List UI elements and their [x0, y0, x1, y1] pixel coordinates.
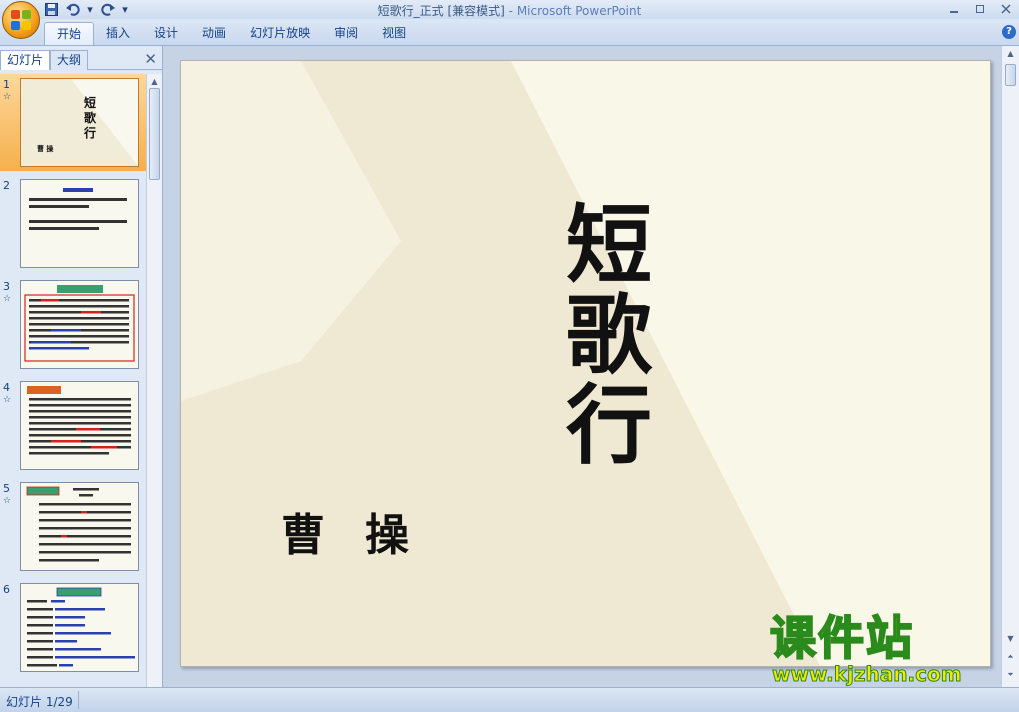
- ribbon-tabs: 开始 插入 设计 动画 幻灯片放映 审阅 视图 ?: [0, 19, 1019, 46]
- slide-title[interactable]: 短歌行: [559, 201, 659, 471]
- tab-slideshow[interactable]: 幻灯片放映: [238, 22, 322, 45]
- slide-number: 1: [3, 78, 10, 91]
- slide-preview: 短 歌 行 曹 操: [20, 78, 139, 167]
- tab-home[interactable]: 开始: [44, 22, 95, 45]
- close-icon[interactable]: [993, 0, 1019, 18]
- watermark-text: 课件站: [769, 611, 914, 665]
- scroll-thumb[interactable]: [149, 88, 160, 180]
- pane-tabs: 幻灯片 大纲 ✕: [0, 48, 163, 70]
- next-slide-icon[interactable]: ⏷: [1002, 667, 1019, 683]
- animation-star-icon: ☆: [3, 92, 12, 102]
- slide-number: 6: [3, 583, 10, 596]
- slide-title-text: 短歌行: [566, 195, 652, 476]
- slide-thumbnail-2[interactable]: 2: [0, 175, 146, 272]
- animation-star-icon: ☆: [3, 496, 12, 506]
- tab-animations[interactable]: 动画: [190, 22, 238, 45]
- scroll-up-icon[interactable]: ▲: [1002, 46, 1019, 62]
- slide-counter: 幻灯片 1/29: [6, 695, 73, 709]
- slide-preview: [20, 583, 139, 672]
- slide-number: 5: [3, 482, 10, 495]
- animation-star-icon: ☆: [3, 395, 12, 405]
- slide-number: 3: [3, 280, 10, 293]
- maximize-icon[interactable]: [967, 0, 993, 18]
- scroll-thumb[interactable]: [1005, 64, 1016, 86]
- title-bar: ▾ ▾ 短歌行_正式 [兼容模式] - Microsoft PowerPoint: [0, 0, 1019, 19]
- scroll-down-icon[interactable]: ▼: [1002, 631, 1019, 647]
- slide-thumbnail-5[interactable]: 5 ☆: [0, 478, 146, 575]
- animation-star-icon: ☆: [3, 294, 12, 304]
- slide-thumbnail-3[interactable]: 3 ☆: [0, 276, 146, 373]
- window-title: 短歌行_正式 [兼容模式] - Microsoft PowerPoint: [377, 4, 642, 18]
- minimize-icon[interactable]: [941, 0, 967, 18]
- svg-text:曹 操: 曹 操: [37, 144, 54, 153]
- status-divider: [78, 691, 79, 709]
- watermark-logo: 课件站 www.kjzhan.com: [769, 611, 1002, 688]
- ribbon-tab-list: 开始 插入 设计 动画 幻灯片放映 审阅 视图: [44, 22, 418, 45]
- tab-review[interactable]: 审阅: [322, 22, 370, 45]
- slide-preview: [20, 280, 139, 369]
- slide-preview: [20, 482, 139, 571]
- status-bar: 幻灯片 1/29: [0, 687, 1019, 712]
- slide-number: 4: [3, 381, 10, 394]
- window-controls: [941, 0, 1019, 18]
- app-name: Microsoft PowerPoint: [516, 4, 642, 18]
- tab-insert[interactable]: 插入: [94, 22, 142, 45]
- svg-text:短: 短: [84, 95, 96, 110]
- help-icon[interactable]: ?: [1002, 25, 1016, 39]
- pane-scrollbar[interactable]: ▲: [146, 74, 162, 687]
- watermark-url: www.kjzhan.com: [772, 662, 963, 687]
- tab-view[interactable]: 视图: [370, 22, 418, 45]
- tab-design[interactable]: 设计: [142, 22, 190, 45]
- slides-pane: 幻灯片 大纲 ✕ 1 ☆ 短 歌 行 曹 操 2 3 ☆ 4 ☆ 5 ☆ 6 ▲: [0, 46, 163, 687]
- close-pane-icon[interactable]: ✕: [144, 50, 157, 68]
- slide-number: 2: [3, 179, 10, 192]
- current-slide[interactable]: 短歌行 曹操: [180, 60, 991, 667]
- thumbnail-list: 1 ☆ 短 歌 行 曹 操 2 3 ☆ 4 ☆ 5 ☆ 6: [0, 74, 146, 687]
- office-button[interactable]: [2, 1, 40, 39]
- slide-editor: 短歌行 曹操: [163, 46, 1019, 687]
- svg-text:行: 行: [83, 125, 96, 140]
- slide-author[interactable]: 曹操: [281, 499, 449, 563]
- svg-text:歌: 歌: [84, 110, 97, 125]
- slide-thumbnail-6[interactable]: 6: [0, 579, 146, 676]
- tab-outline[interactable]: 大纲: [50, 50, 89, 70]
- slide-preview: [20, 381, 139, 470]
- document-name: 短歌行_正式 [兼容模式]: [377, 4, 505, 18]
- previous-slide-icon[interactable]: ⏶: [1002, 649, 1019, 665]
- office-logo-icon: [11, 10, 31, 30]
- slide-thumbnail-4[interactable]: 4 ☆: [0, 377, 146, 474]
- slide-preview: [20, 179, 139, 268]
- tab-slides[interactable]: 幻灯片: [0, 50, 51, 70]
- slide-thumbnail-1[interactable]: 1 ☆ 短 歌 行 曹 操: [0, 74, 146, 171]
- editor-scrollbar[interactable]: ▲ ▼ ⏶ ⏷: [1001, 46, 1019, 687]
